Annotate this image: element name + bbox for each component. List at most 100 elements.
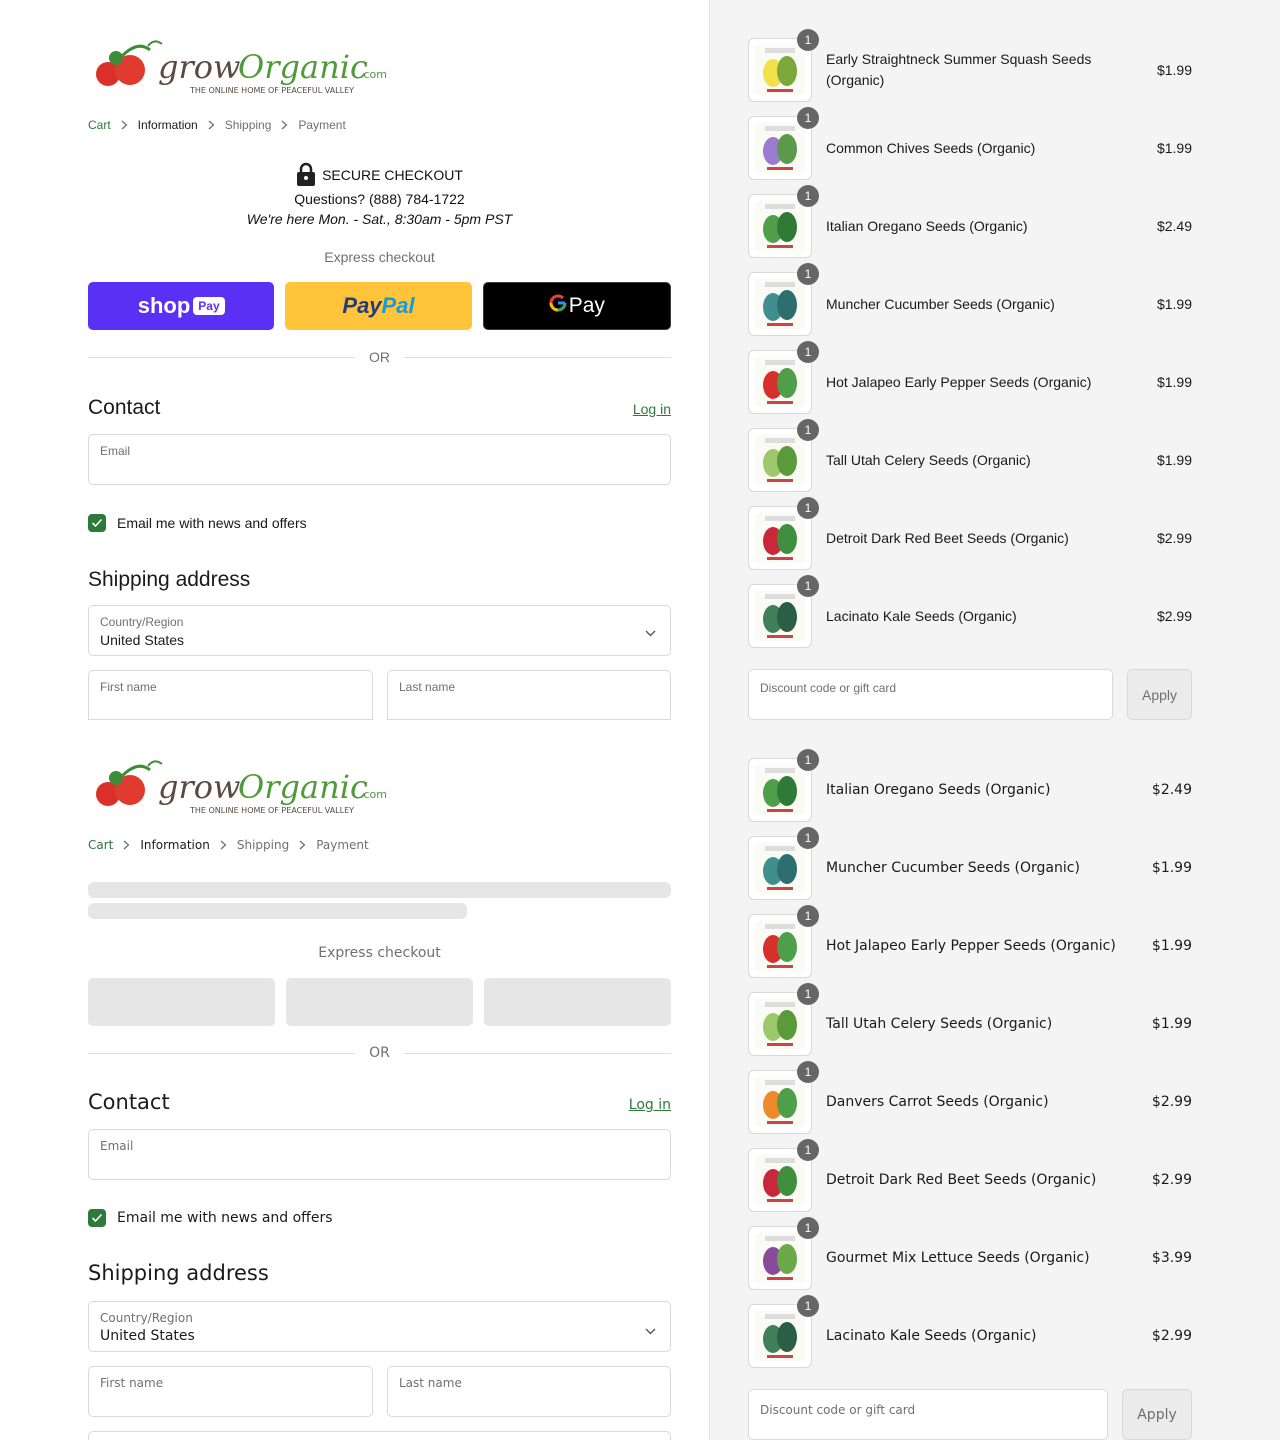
discount-code-field[interactable]: Discount code or gift card (748, 1389, 1108, 1440)
checkbox-checked-icon[interactable] (88, 514, 106, 532)
chevron-down-icon (645, 624, 656, 642)
product-name: Danvers Carrot Seeds (Organic) (826, 1093, 1049, 1110)
express-checkout-label: Express checkout (318, 945, 441, 961)
product-price: $2.99 (1156, 608, 1192, 624)
shop-pay-badge: Pay (193, 297, 225, 315)
paypal-label-b: Pal (381, 293, 415, 318)
product-thumbnail: 1 (748, 341, 819, 414)
login-link[interactable]: Log in (629, 1097, 671, 1113)
product-thumbnail: 1 (748, 29, 819, 102)
product-name: Hot Jalapeo Early Pepper Seeds (Organic) (826, 373, 1092, 390)
product-thumbnail: 1 (748, 1217, 819, 1290)
payment-button-placeholder (286, 978, 473, 1026)
pepper-seed-packet-icon (755, 921, 805, 971)
breadcrumb: Cart Information Shipping Payment (88, 118, 346, 132)
celery-seed-packet-icon (755, 435, 805, 485)
product-name: Muncher Cucumber Seeds (Organic) (826, 295, 1055, 312)
kale-seed-packet-icon (755, 591, 805, 641)
chevron-down-icon (645, 1320, 656, 1339)
express-checkout-buttons: shop Pay Pay Pal Pay (88, 282, 671, 330)
or-divider: OR (88, 1043, 671, 1063)
logo-tagline: THE ONLINE HOME OF PEACEFUL VALLEY (189, 806, 354, 815)
celery-seed-packet-icon (755, 999, 805, 1049)
email-field-label: Email (100, 444, 131, 458)
shop-pay-label: shop (137, 293, 191, 318)
news-offers-checkbox-row[interactable]: Email me with news and offers (88, 1209, 333, 1227)
product-name: Gourmet Mix Lettuce Seeds (Organic) (826, 1249, 1090, 1266)
product-thumbnail: 1 (748, 419, 819, 492)
chevron-right-icon (220, 840, 227, 850)
store-logo[interactable]: grow Organic .com THE ONLINE HOME OF PEA… (88, 36, 388, 98)
chevron-right-icon (208, 120, 215, 130)
breadcrumb-cart[interactable]: Cart (88, 118, 111, 132)
store-logo[interactable]: grow Organic .com THE ONLINE HOME OF PEA… (88, 756, 388, 818)
country-select[interactable]: Country/Region United States (88, 605, 671, 656)
apply-discount-button[interactable]: Apply (1127, 669, 1192, 720)
discount-code-field[interactable]: Discount code or gift card (748, 669, 1113, 720)
shop-pay-button[interactable]: shop Pay (88, 282, 275, 330)
breadcrumb-cart[interactable]: Cart (88, 838, 113, 852)
carrot-seed-packet-icon (755, 1077, 805, 1127)
login-link[interactable]: Log in (633, 401, 671, 417)
email-field-label: Email (100, 1139, 134, 1153)
paypal-label-a: Pay (342, 293, 382, 318)
shipping-address-heading: Shipping address (88, 568, 251, 591)
chevron-right-icon (121, 120, 128, 130)
last-name-field[interactable]: Last name (387, 670, 671, 720)
payment-button-placeholder (484, 978, 671, 1026)
product-thumbnail: 1 (748, 905, 819, 978)
logo-suffix-text: .com (360, 68, 387, 81)
secure-checkout-title: SECURE CHECKOUT (322, 167, 463, 183)
oregano-seed-packet-icon (755, 765, 805, 815)
loading-placeholder-line (88, 903, 467, 919)
first-name-field[interactable]: First name (88, 670, 373, 720)
product-price: $1.99 (1151, 860, 1192, 876)
product-price: $2.99 (1156, 530, 1192, 546)
quantity-badge: 1 (797, 575, 819, 597)
country-select[interactable]: Country/Region United States (88, 1301, 671, 1352)
product-thumbnail: 1 (748, 749, 819, 822)
first-name-label: First name (100, 1376, 164, 1390)
quantity-badge: 1 (797, 1217, 819, 1239)
news-offers-checkbox-row[interactable]: Email me with news and offers (88, 514, 307, 532)
paypal-button[interactable]: Pay Pal (285, 282, 472, 330)
squash-seed-packet-icon (755, 45, 805, 95)
product-thumbnail: 1 (748, 827, 819, 900)
breadcrumb-information: Information (140, 838, 210, 852)
oregano-seed-packet-icon (755, 201, 805, 251)
apply-discount-button[interactable]: Apply (1122, 1389, 1192, 1440)
logo-suffix-text: .com (360, 788, 387, 801)
last-name-field[interactable]: Last name (387, 1366, 671, 1417)
product-price: $1.99 (1156, 296, 1192, 312)
order-line-item: 1 Italian Oregano Seeds (Organic) $2.49 (748, 749, 1192, 822)
secure-checkout-block: SECURE CHECKOUT Questions? (888) 784-172… (88, 162, 671, 229)
order-line-item: 1 Common Chives Seeds (Organic) $1.99 (748, 107, 1192, 180)
quantity-badge: 1 (797, 341, 819, 363)
address-field[interactable] (88, 1431, 671, 1440)
express-checkout-buttons-loading (88, 978, 671, 1026)
order-line-item: 1 Lacinato Kale Seeds (Organic) $2.99 (748, 1295, 1192, 1368)
order-line-item: 1 Muncher Cucumber Seeds (Organic) $1.99 (748, 263, 1192, 336)
email-field[interactable]: Email (88, 1129, 671, 1180)
loading-placeholder-line (88, 882, 671, 898)
product-name: Early Straightneck Summer Squash Seeds (… (826, 51, 1092, 88)
quantity-badge: 1 (797, 263, 819, 285)
logo-tagline: THE ONLINE HOME OF PEACEFUL VALLEY (189, 86, 354, 95)
product-price: $2.99 (1151, 1094, 1192, 1110)
beet-seed-packet-icon (755, 513, 805, 563)
logo-organic-text: Organic (238, 768, 368, 806)
support-phone: Questions? (888) 784-1722 (294, 191, 465, 207)
checkbox-checked-icon[interactable] (88, 1209, 106, 1227)
email-field[interactable]: Email (88, 434, 671, 485)
quantity-badge: 1 (797, 1061, 819, 1083)
chevron-right-icon (281, 120, 288, 130)
chevron-right-icon (299, 840, 306, 850)
support-hours: We're here Mon. - Sat., 8:30am - 5pm PST (246, 211, 513, 227)
breadcrumb-shipping: Shipping (224, 118, 272, 132)
google-pay-button[interactable]: Pay (482, 282, 671, 330)
first-name-field[interactable]: First name (88, 1366, 373, 1417)
country-label: Country/Region (100, 1311, 193, 1325)
product-thumbnail: 1 (748, 1295, 819, 1368)
logo-grow-text: grow (158, 48, 240, 86)
quantity-badge: 1 (797, 983, 819, 1005)
